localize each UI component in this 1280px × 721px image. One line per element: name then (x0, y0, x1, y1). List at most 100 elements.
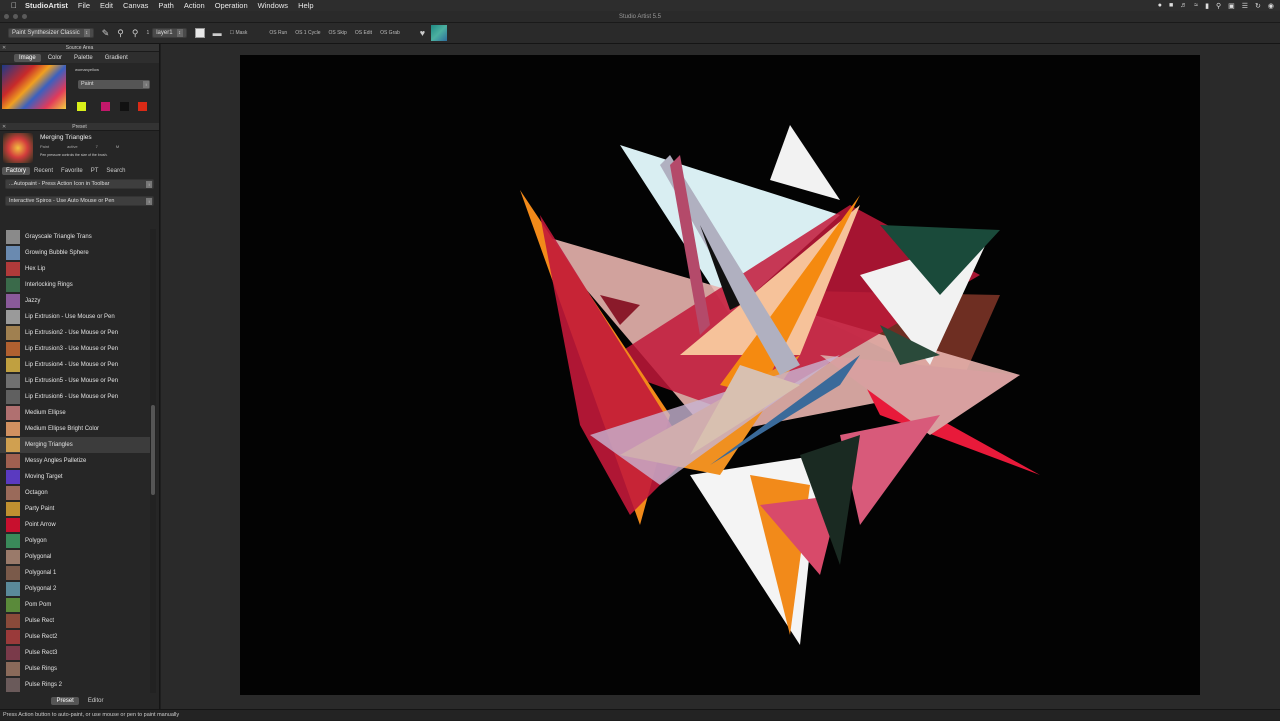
list-item[interactable]: Party Paint (0, 501, 150, 517)
list-item-label: Growing Bubble Sphere (25, 250, 89, 256)
menu-edit[interactable]: Edit (95, 0, 118, 11)
list-item[interactable]: Polygonal 2 (0, 581, 150, 597)
preset-num: 7 (95, 144, 98, 149)
list-item[interactable]: Lip Extrusion5 - Use Mouse or Pen (0, 373, 150, 389)
tab-palette[interactable]: Palette (69, 54, 98, 62)
list-item[interactable]: Polygon (0, 533, 150, 549)
mask-checkbox[interactable]: ☐ Mask (230, 30, 248, 36)
menu-help[interactable]: Help (293, 0, 318, 11)
tab-color[interactable]: Color (43, 54, 67, 62)
os-edit-button[interactable]: OS Edit (355, 30, 372, 36)
tab-favorite[interactable]: Favorite (57, 167, 87, 175)
menu-action[interactable]: Action (179, 0, 210, 11)
screen-icon[interactable]: ▣ (1228, 2, 1235, 10)
list-item[interactable]: Lip Extrusion4 - Use Mouse or Pen (0, 357, 150, 373)
os-run-button[interactable]: OS Run (269, 30, 287, 36)
list-item[interactable]: Polygonal (0, 549, 150, 565)
list-item[interactable]: Lip Extrusion2 - Use Mouse or Pen (0, 325, 150, 341)
search-icon[interactable]: ⚲ (1216, 2, 1221, 10)
menu-file[interactable]: File (73, 0, 95, 11)
list-item[interactable]: Medium Ellipse Bright Color (0, 421, 150, 437)
list-item[interactable]: Interlocking Rings (0, 277, 150, 293)
battery-icon[interactable]: ▮ (1205, 2, 1209, 10)
os-skip-button[interactable]: OS Skip (328, 30, 346, 36)
close-panel-icon[interactable]: ✕ (2, 123, 6, 131)
scrollbar-thumb[interactable] (151, 405, 155, 495)
paint-synth-label: Paint Synthesizer Classic (12, 29, 80, 36)
os-cycle-button[interactable]: OS 1 Cycle (295, 30, 320, 36)
list-item[interactable]: Octagon (0, 485, 150, 501)
list-item[interactable]: Growing Bubble Sphere (0, 245, 150, 261)
app-menu[interactable]: StudioArtist (20, 0, 73, 11)
list-item[interactable]: Pulse Rect3 (0, 645, 150, 661)
preset-thumbnail-icon (6, 246, 20, 260)
tab-gradient[interactable]: Gradient (100, 54, 133, 62)
wifi-icon[interactable]: ≈ (1194, 2, 1198, 9)
volume-icon[interactable]: ♬ (1180, 2, 1187, 9)
list-item[interactable]: Jazzy (0, 293, 150, 309)
layer-count: 1 (146, 30, 150, 36)
list-item[interactable]: Pulse Rings 2 (0, 677, 150, 693)
preset-thumbnail-icon (6, 630, 20, 644)
list-item[interactable]: Moving Target (0, 469, 150, 485)
list-item[interactable]: Lip Extrusion3 - Use Mouse or Pen (0, 341, 150, 357)
list-item[interactable]: Pulse Rings (0, 661, 150, 677)
list-item[interactable]: Hex Lip (0, 261, 150, 277)
control-center-icon[interactable]: ◉ (1268, 2, 1274, 10)
os-grab-button[interactable]: OS Grab (380, 30, 400, 36)
source-thumbnail-button[interactable] (431, 25, 448, 41)
heart-icon[interactable]: ♥ (420, 28, 425, 38)
menu-operation[interactable]: Operation (210, 0, 253, 11)
preset-subcategory-select[interactable]: Interactive Spiros - Use Auto Mouse or P… (5, 196, 154, 206)
list-item[interactable]: Medium Ellipse (0, 405, 150, 421)
paint-synth-select[interactable]: Paint Synthesizer Classic ↕ (8, 28, 94, 38)
preset-thumbnail-icon (6, 294, 20, 308)
layer-view-button[interactable] (194, 28, 205, 38)
source-image-thumbnail[interactable] (2, 65, 66, 109)
apple-icon[interactable]:  (8, 0, 20, 11)
sync-icon[interactable]: ↻ (1255, 2, 1261, 10)
list-item[interactable]: Messy Angles Palletize (0, 453, 150, 469)
list-item[interactable]: Pom Pom (0, 597, 150, 613)
list-item[interactable]: Lip Extrusion6 - Use Mouse or Pen (0, 389, 150, 405)
list-item[interactable]: Pulse Rect (0, 613, 150, 629)
tab-search[interactable]: Search (102, 167, 129, 175)
preset-list-scrollbar[interactable] (150, 229, 156, 693)
preset-thumbnail-icon (6, 406, 20, 420)
source-tabs: Image Color Palette Gradient (0, 52, 159, 63)
list-item-label: Point Arrow (25, 522, 56, 528)
list-item-label: Jazzy (25, 298, 41, 304)
screen-record-icon[interactable]: ■ (1169, 2, 1173, 9)
color-swatch[interactable] (101, 102, 110, 111)
color-swatch[interactable] (120, 102, 129, 111)
action-brush-icon[interactable]: ✎ (102, 28, 110, 39)
tab-editor[interactable]: Editor (83, 697, 109, 705)
tab-pt[interactable]: PT (87, 167, 103, 175)
color-swatch[interactable] (138, 102, 147, 111)
preset-meta: Paint active 7 M (40, 144, 119, 149)
source-mode-select[interactable]: Paint ↕ (78, 80, 150, 89)
menu-canvas[interactable]: Canvas (118, 0, 153, 11)
creative-cloud-icon[interactable]: ● (1158, 2, 1162, 9)
list-item[interactable]: Polygonal 1 (0, 565, 150, 581)
tab-recent[interactable]: Recent (30, 167, 57, 175)
list-item[interactable]: Pulse Rect2 (0, 629, 150, 645)
menu-list-icon[interactable]: ☰ (1242, 2, 1248, 10)
list-item[interactable]: Grayscale Triangle Trans (0, 229, 150, 245)
list-item[interactable]: Lip Extrusion - Use Mouse or Pen (0, 309, 150, 325)
menu-windows[interactable]: Windows (253, 0, 293, 11)
layer-select[interactable]: layer1 ↕ (152, 28, 187, 38)
paint-canvas[interactable] (240, 55, 1200, 695)
menu-path[interactable]: Path (153, 0, 178, 11)
tab-preset[interactable]: Preset (51, 697, 79, 705)
tab-factory[interactable]: Factory (2, 166, 31, 175)
preset-category-select[interactable]: ...Autopaint - Press Action Icon in Tool… (5, 179, 154, 189)
close-panel-icon[interactable]: ✕ (2, 44, 6, 52)
zoom-out-icon[interactable]: ⚲ (132, 28, 139, 39)
zoom-in-icon[interactable]: ⚲ (117, 28, 124, 39)
eraser-icon[interactable]: ▬ (213, 28, 222, 38)
list-item[interactable]: Point Arrow (0, 517, 150, 533)
list-item[interactable]: Merging Triangles (0, 437, 150, 453)
tab-image[interactable]: Image (14, 53, 41, 62)
color-swatch[interactable] (77, 102, 86, 111)
